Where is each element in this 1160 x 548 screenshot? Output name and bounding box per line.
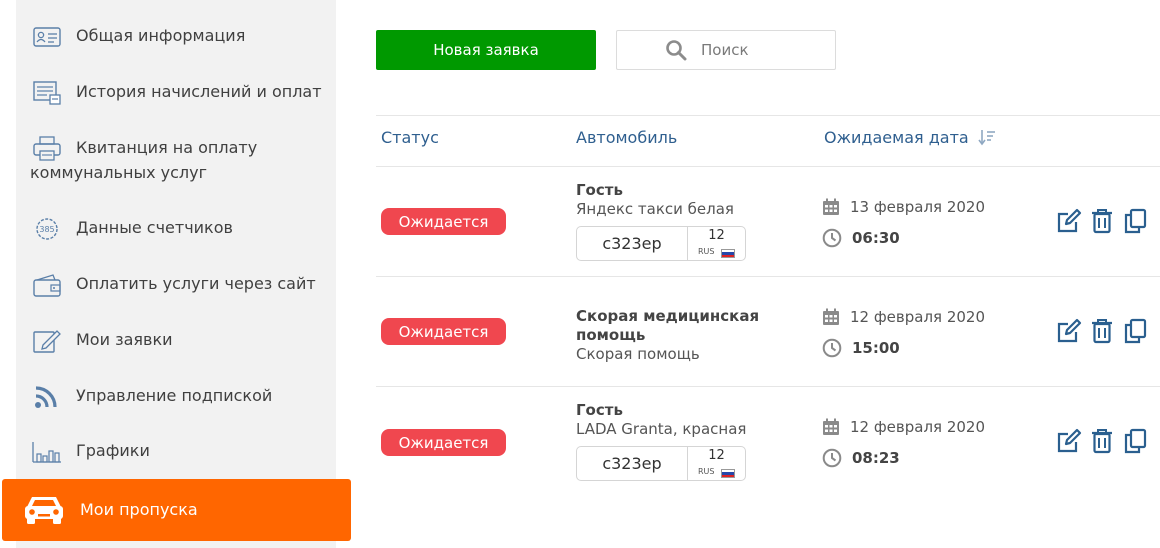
date-text: 12 февраля 2020 — [850, 418, 986, 436]
delete-icon[interactable] — [1089, 428, 1115, 454]
search-box[interactable] — [616, 30, 836, 70]
time-text: 15:00 — [852, 339, 900, 357]
sidebar-item-general-info[interactable]: Общая информация — [16, 22, 336, 52]
plate-number: с323ер — [577, 447, 688, 480]
sidebar-item-my-requests[interactable]: Мои заявки — [16, 326, 336, 356]
sidebar-item-label: Квитанция на оплату коммунальных услуг — [30, 138, 258, 182]
search-icon — [665, 39, 687, 61]
copy-icon[interactable] — [1122, 208, 1148, 234]
expected-time: 06:30 — [822, 228, 900, 248]
sidebar-item-my-passes[interactable]: Мои пропуска — [2, 479, 351, 541]
plate-region: 12 RUS — [688, 227, 745, 260]
car-description: Скорая помощь — [576, 345, 700, 363]
status-badge: Ожидается — [381, 208, 506, 235]
sidebar-item-label: История начислений и оплат — [76, 82, 322, 101]
sidebar-item-label: Графики — [76, 441, 150, 460]
row-actions — [1056, 208, 1155, 234]
edit-icon[interactable] — [1056, 428, 1082, 454]
car-icon — [22, 494, 66, 526]
sidebar-item-meters[interactable]: 385 Данные счетчиков — [16, 214, 336, 244]
calendar-icon — [823, 418, 839, 435]
id-card-icon — [32, 24, 62, 50]
table-row[interactable]: Ожидается Скорая медицинская помощь Скор… — [376, 277, 1160, 387]
expected-date: 13 февраля 2020 — [822, 198, 985, 216]
date-text: 12 февраля 2020 — [850, 308, 986, 326]
clock-icon — [822, 228, 842, 248]
meter-icon: 385 — [32, 216, 62, 242]
delete-icon[interactable] — [1089, 318, 1115, 344]
status-badge: Ожидается — [381, 429, 506, 456]
sort-descending-icon[interactable] — [978, 128, 996, 148]
search-input[interactable] — [699, 40, 823, 60]
edit-icon[interactable] — [1056, 318, 1082, 344]
row-actions — [1056, 428, 1155, 454]
plate-region-code: 12 — [708, 228, 725, 243]
wallet-icon — [32, 272, 62, 298]
plate-country: RUS — [698, 247, 715, 256]
car-description: Яндекс такси белая — [576, 200, 734, 218]
edit-icon[interactable] — [1056, 208, 1082, 234]
expected-time: 15:00 — [822, 338, 900, 358]
russia-flag-icon — [721, 249, 735, 258]
bar-chart-icon — [32, 439, 62, 465]
sidebar-item-label: Данные счетчиков — [76, 218, 233, 237]
owner-name: Гость — [576, 181, 623, 199]
copy-icon[interactable] — [1122, 428, 1148, 454]
owner-name: Гость — [576, 401, 623, 419]
column-header-status[interactable]: Статус — [381, 128, 439, 147]
column-header-car[interactable]: Автомобиль — [576, 128, 677, 147]
russia-flag-icon — [721, 469, 735, 478]
new-request-button[interactable]: Новая заявка — [376, 30, 596, 70]
column-header-date[interactable]: Ожидаемая дата — [824, 128, 969, 147]
row-actions — [1056, 318, 1155, 344]
plate-region-code: 12 — [708, 448, 725, 463]
sidebar-item-label: Мои пропуска — [80, 500, 198, 519]
expected-time: 08:23 — [822, 448, 900, 468]
invoice-history-icon — [32, 80, 62, 106]
plate-number: с323ер — [577, 227, 688, 260]
rss-icon — [32, 384, 62, 410]
license-plate: с323ер 12 RUS — [576, 446, 746, 481]
copy-icon[interactable] — [1122, 318, 1148, 344]
delete-icon[interactable] — [1089, 208, 1115, 234]
sidebar-item-subscription[interactable]: Управление подпиской — [16, 382, 336, 412]
sidebar-item-label: Мои заявки — [76, 330, 173, 349]
sidebar: Общая информация История начислений и оп… — [16, 0, 336, 548]
divider — [376, 115, 1160, 116]
expected-date: 12 февраля 2020 — [822, 308, 985, 326]
clock-icon — [822, 338, 842, 358]
status-badge: Ожидается — [381, 318, 506, 345]
sidebar-item-receipt[interactable]: Квитанция на оплату коммунальных услуг — [16, 134, 336, 186]
sidebar-item-charts[interactable]: Графики — [16, 437, 336, 467]
sidebar-item-label: Управление подпиской — [76, 386, 273, 405]
owner-name: Скорая медицинская помощь — [576, 307, 760, 344]
svg-text:385: 385 — [39, 225, 54, 234]
time-text: 08:23 — [852, 449, 900, 467]
expected-date: 12 февраля 2020 — [822, 418, 985, 436]
plate-region: 12 RUS — [688, 447, 745, 480]
calendar-icon — [823, 308, 839, 325]
sidebar-item-label: Оплатить услуги через сайт — [76, 274, 316, 293]
plate-country: RUS — [698, 467, 715, 476]
calendar-icon — [823, 198, 839, 215]
time-text: 06:30 — [852, 229, 900, 247]
table-row[interactable]: Ожидается Гость LADA Granta, красная с32… — [376, 387, 1160, 497]
sidebar-item-pay-online[interactable]: Оплатить услуги через сайт — [16, 270, 336, 300]
car-description: LADA Granta, красная — [576, 420, 747, 438]
date-text: 13 февраля 2020 — [850, 198, 986, 216]
sidebar-item-history[interactable]: История начислений и оплат — [16, 78, 336, 108]
clock-icon — [822, 448, 842, 468]
edit-note-icon — [32, 328, 62, 354]
sidebar-item-label: Общая информация — [76, 26, 246, 45]
license-plate: с323ер 12 RUS — [576, 226, 746, 261]
table-row[interactable]: Ожидается Гость Яндекс такси белая с323е… — [376, 167, 1160, 277]
